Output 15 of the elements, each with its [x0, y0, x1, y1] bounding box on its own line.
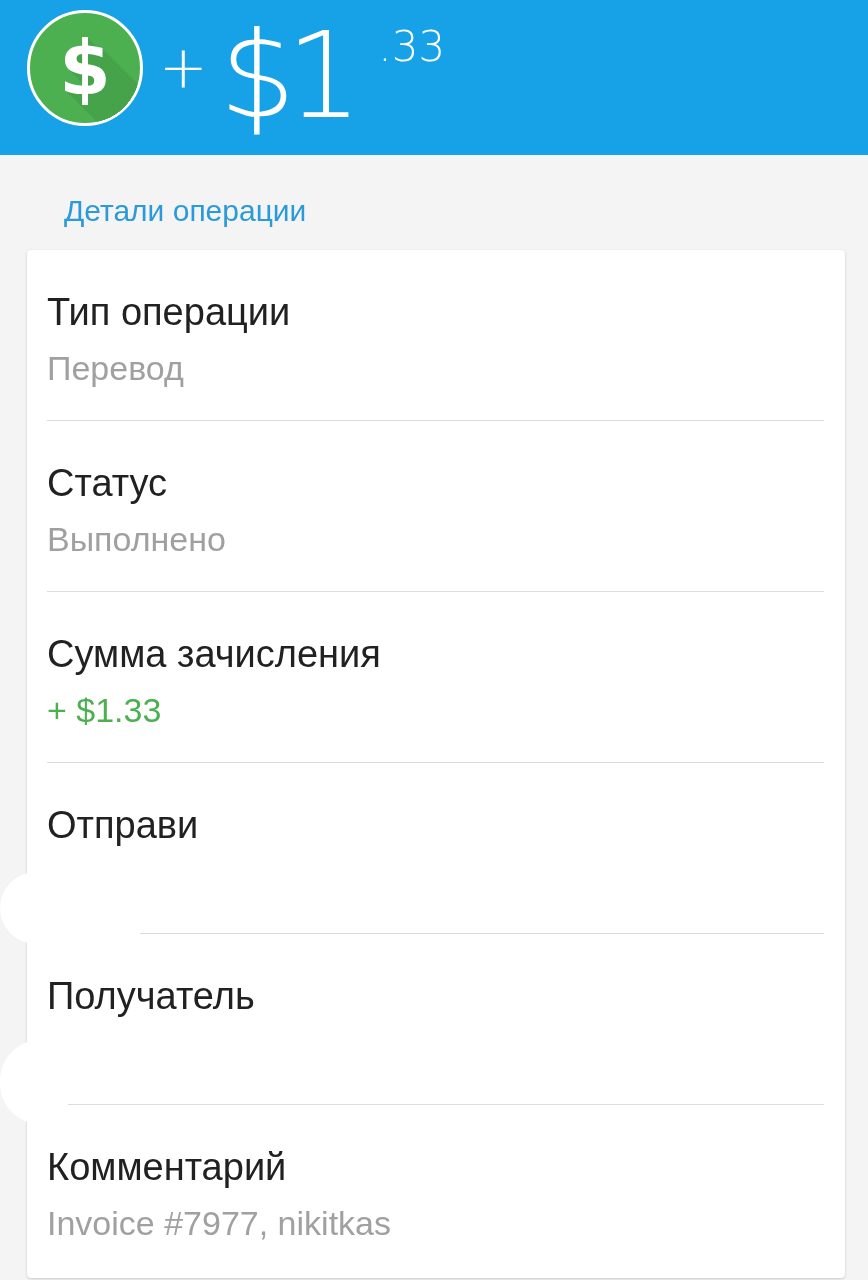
- detail-value: Перевод: [47, 348, 185, 389]
- detail-label: Отправи: [47, 803, 200, 848]
- detail-label: Статус: [47, 461, 169, 506]
- amount-sign: +: [159, 38, 208, 96]
- section-title: Детали операции: [63, 193, 308, 229]
- detail-label: Комментарий: [47, 1145, 288, 1190]
- credit-amount: + $1.33: [47, 690, 163, 731]
- detail-value: Выполнено: [47, 519, 227, 560]
- detail-label: Получатель: [47, 974, 256, 1019]
- amount-whole: $1: [219, 16, 353, 136]
- amount-cents: .33: [378, 26, 446, 68]
- currency-badge: $: [27, 10, 143, 126]
- detail-value: Invoice #7977, nikitkas: [47, 1203, 392, 1244]
- detail-label: Сумма зачисления: [47, 632, 382, 677]
- detail-label: Тип операции: [47, 290, 292, 335]
